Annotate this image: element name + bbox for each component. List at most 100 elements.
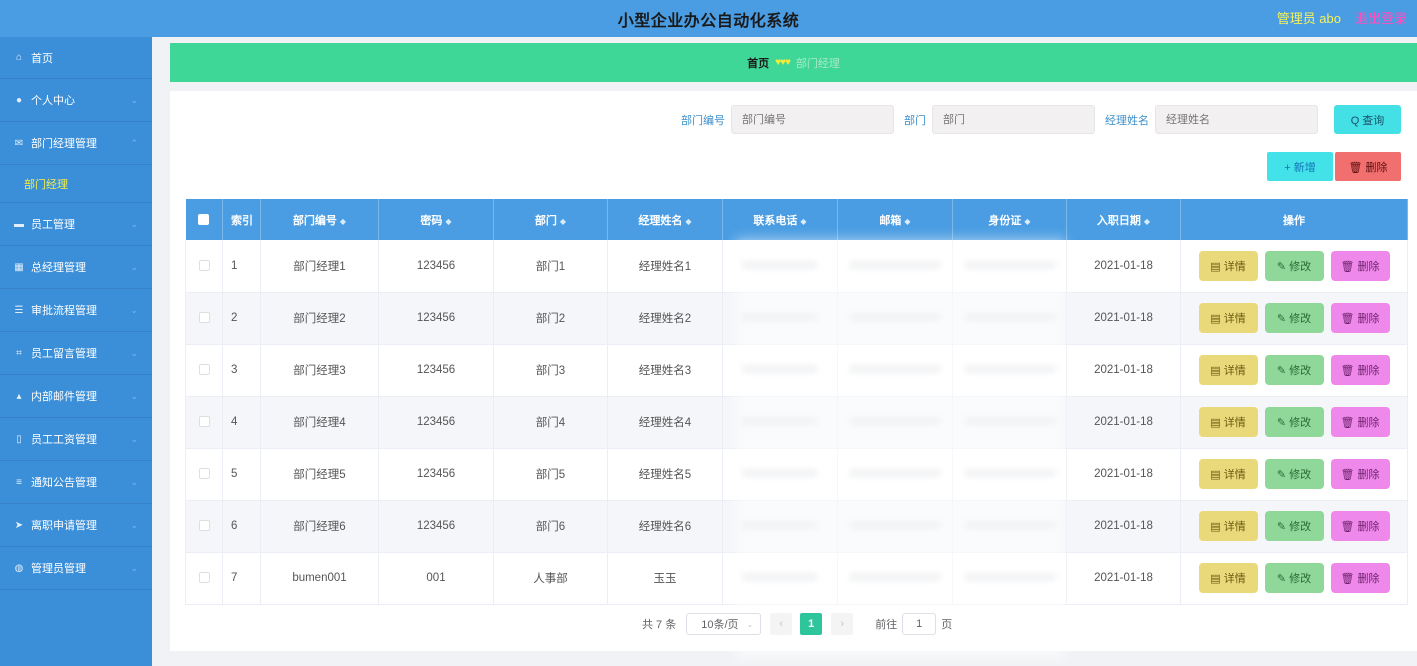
sidebar-item[interactable]: ➤ 离职申请管理 ⌄ [0,504,152,547]
row-checkbox[interactable] [185,292,223,345]
detail-button[interactable]: ▤ 详情 [1198,355,1258,385]
column-header[interactable]: 经理姓名 ◆ [607,199,723,240]
sidebar-item[interactable]: ▯ 员工工资管理 ⌄ [0,418,152,461]
globe-icon: ◍ [14,562,24,574]
edit-button[interactable]: ✎ 修改 [1264,407,1324,437]
select-all-checkbox[interactable] [185,199,223,240]
sidebar-item-label: 内部邮件管理 [31,391,97,403]
column-header[interactable]: 邮箱 ◆ [837,199,953,240]
breadcrumb: 首页 ♥♥♥ 部门经理 [170,43,1417,82]
column-header-label: 身份证 [988,214,1022,227]
row-delete-button[interactable]: 🗑 删除 [1330,511,1390,541]
edit-button[interactable]: ✎ 修改 [1264,250,1324,281]
row-delete-button[interactable]: 🗑 删除 [1330,407,1390,437]
chevron-icon: ⌄ [130,304,138,315]
sidebar-item[interactable]: ☰ 审批流程管理 ⌄ [0,289,152,332]
checkbox[interactable] [198,260,210,272]
checkbox[interactable] [198,520,210,532]
cell-phone [722,240,838,293]
sidebar-subitem[interactable]: 部门经理 [0,165,152,203]
row-checkbox[interactable] [185,344,223,397]
row-delete-button[interactable]: 🗑 删除 [1330,250,1390,281]
cell-join-date: 2021-01-18 [1066,552,1181,605]
dept-code-input[interactable] [731,105,894,134]
page-size-value: 10条/页 [701,619,739,631]
top-header: 小型企业办公自动化系统 管理员 abo 退出登录 [0,0,1417,37]
page-size-select[interactable]: 10条/页 ⌄ [686,613,762,635]
column-header[interactable]: 部门编号 ◆ [260,199,379,240]
sort-icon[interactable]: ◆ [685,217,691,226]
table-row: 2 部门经理2 123456 部门2 经理姓名2 2021-01-18 ▤ 详情 ✎ 修改 🗑 … [185,292,1408,345]
column-header[interactable]: 联系电话 ◆ [722,199,838,240]
detail-button[interactable]: ▤ 详情 [1198,303,1258,333]
cell-password: 123456 [378,240,494,293]
cell-actions: ▤ 详情 ✎ 修改 🗑 删除 [1180,344,1408,397]
logout-link[interactable]: 退出登录 [1355,8,1407,27]
row-checkbox[interactable] [185,240,223,293]
sidebar-item[interactable]: ✉ 部门经理管理 ⌃ [0,122,152,165]
cell-join-date: 2021-01-18 [1066,240,1181,293]
row-checkbox[interactable] [185,500,223,553]
total-count: 共 7 条 [642,619,677,631]
sidebar-item[interactable]: ▬ 员工管理 ⌄ [0,203,152,246]
detail-button[interactable]: ▤ 详情 [1198,511,1258,541]
column-header[interactable]: 密码 ◆ [378,199,494,240]
sort-icon[interactable]: ◆ [445,217,451,226]
sidebar-item[interactable]: ▦ 总经理管理 ⌄ [0,246,152,289]
cell-phone [722,448,838,501]
sort-icon[interactable]: ◆ [1144,217,1150,226]
detail-button[interactable]: ▤ 详情 [1198,459,1258,489]
sidebar-item-label: 个人中心 [31,95,75,107]
sort-icon[interactable]: ◆ [800,217,806,226]
sidebar-item[interactable]: ◍ 管理员管理 ⌄ [0,547,152,590]
sidebar-item[interactable]: ⌂ 首页 [0,37,152,79]
checkbox[interactable] [198,468,210,480]
add-button[interactable]: + 新增 [1267,152,1333,181]
sidebar-item[interactable]: ⌗ 员工留言管理 ⌄ [0,332,152,375]
column-header-label: 部门 [534,214,557,227]
prev-page-button[interactable]: ‹ [770,613,793,635]
checkbox[interactable] [198,416,210,428]
column-header[interactable]: 入职日期 ◆ [1066,199,1181,240]
page-number-1[interactable]: 1 [800,613,823,635]
edit-button[interactable]: ✎ 修改 [1264,511,1324,541]
sidebar-item[interactable]: ▴ 内部邮件管理 ⌄ [0,375,152,418]
chevron-icon: ⌃ [130,137,138,148]
row-delete-button[interactable]: 🗑 删除 [1330,563,1390,593]
edit-button[interactable]: ✎ 修改 [1264,563,1324,593]
goto-page-input[interactable] [902,613,937,635]
row-delete-button[interactable]: 🗑 删除 [1330,303,1390,333]
manager-table: 索引 部门编号 ◆ 密码 ◆ 部门 ◆ 经理姓名 ◆ 联系电话 ◆ 邮箱 ◆ 身份证 ◆ 入职日期 ◆ 操作 1部… [185,199,1408,605]
checkbox[interactable] [198,364,210,376]
row-delete-button[interactable]: 🗑 删除 [1330,459,1390,489]
checkbox[interactable] [198,572,210,584]
detail-button[interactable]: ▤ 详情 [1198,407,1258,437]
column-header[interactable]: 身份证 ◆ [952,199,1067,240]
sort-icon[interactable]: ◆ [904,217,910,226]
redacted-id-card [963,313,1056,321]
manager-name-input[interactable] [1155,105,1318,134]
cell-password: 123456 [378,396,494,449]
edit-button[interactable]: ✎ 修改 [1264,355,1324,385]
edit-button[interactable]: ✎ 修改 [1264,459,1324,489]
breadcrumb-home[interactable]: 首页 [747,55,769,71]
sidebar-item[interactable]: ≡ 通知公告管理 ⌄ [0,461,152,504]
sidebar-item[interactable]: ● 个人中心 ⌄ [0,79,152,122]
detail-button[interactable]: ▤ 详情 [1198,563,1258,593]
query-button[interactable]: Q 查询 [1334,105,1401,134]
column-header[interactable]: 部门 ◆ [493,199,608,240]
row-checkbox[interactable] [185,552,223,605]
row-delete-button[interactable]: 🗑 删除 [1330,355,1390,385]
sort-icon[interactable]: ◆ [340,217,346,226]
edit-button[interactable]: ✎ 修改 [1264,303,1324,333]
cell-dept: 部门4 [493,396,608,449]
sort-icon[interactable]: ◆ [560,217,566,226]
dept-input[interactable] [932,105,1095,134]
row-checkbox[interactable] [185,396,223,449]
detail-button[interactable]: ▤ 详情 [1198,250,1258,281]
row-checkbox[interactable] [185,448,223,501]
batch-delete-button[interactable]: 🗑 删除 [1335,152,1401,181]
checkbox[interactable] [198,312,210,324]
next-page-button[interactable]: › [831,613,854,635]
sort-icon[interactable]: ◆ [1024,217,1030,226]
